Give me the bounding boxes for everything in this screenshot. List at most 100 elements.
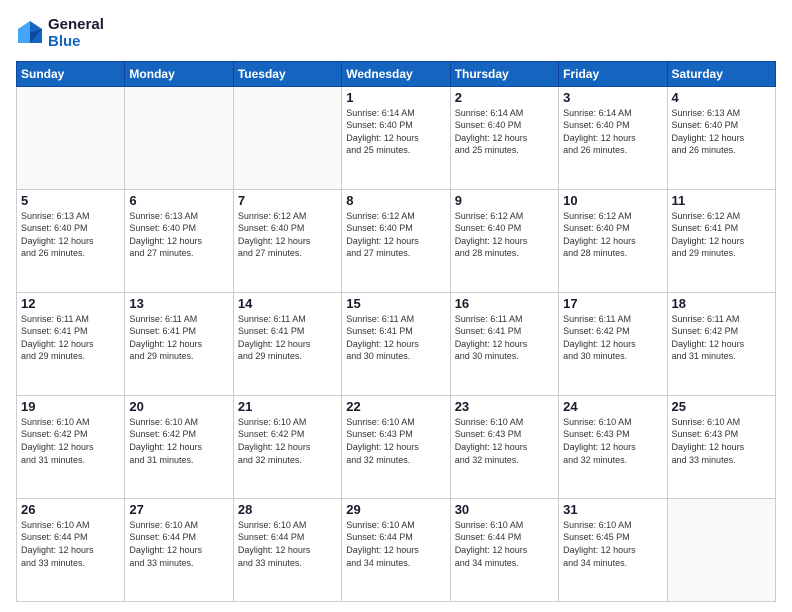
- calendar-cell: 2 Sunrise: 6:14 AMSunset: 6:40 PMDaylight…: [450, 86, 558, 189]
- weekday-header-cell: Wednesday: [342, 61, 450, 86]
- day-info: Sunrise: 6:11 AMSunset: 6:42 PMDaylight:…: [563, 313, 662, 363]
- day-info: Sunrise: 6:12 AMSunset: 6:40 PMDaylight:…: [346, 210, 445, 260]
- day-info: Sunrise: 6:10 AMSunset: 6:43 PMDaylight:…: [563, 416, 662, 466]
- calendar-cell: 22 Sunrise: 6:10 AMSunset: 6:43 PMDayligh…: [342, 395, 450, 498]
- day-number: 12: [21, 296, 120, 311]
- day-number: 7: [238, 193, 337, 208]
- calendar-week-row: 1 Sunrise: 6:14 AMSunset: 6:40 PMDaylight…: [17, 86, 776, 189]
- calendar-table: SundayMondayTuesdayWednesdayThursdayFrid…: [16, 61, 776, 603]
- day-number: 30: [455, 502, 554, 517]
- weekday-header-cell: Friday: [559, 61, 667, 86]
- day-number: 19: [21, 399, 120, 414]
- day-number: 23: [455, 399, 554, 414]
- weekday-header-cell: Thursday: [450, 61, 558, 86]
- calendar-cell: 27 Sunrise: 6:10 AMSunset: 6:44 PMDayligh…: [125, 498, 233, 601]
- page: General Blue SundayMondayTuesdayWednesda…: [0, 0, 792, 612]
- day-info: Sunrise: 6:11 AMSunset: 6:41 PMDaylight:…: [129, 313, 228, 363]
- calendar-cell: 17 Sunrise: 6:11 AMSunset: 6:42 PMDayligh…: [559, 292, 667, 395]
- day-number: 9: [455, 193, 554, 208]
- calendar-week-row: 12 Sunrise: 6:11 AMSunset: 6:41 PMDayligh…: [17, 292, 776, 395]
- calendar-cell: [233, 86, 341, 189]
- day-info: Sunrise: 6:10 AMSunset: 6:43 PMDaylight:…: [672, 416, 771, 466]
- day-number: 5: [21, 193, 120, 208]
- day-info: Sunrise: 6:14 AMSunset: 6:40 PMDaylight:…: [455, 107, 554, 157]
- calendar-week-row: 5 Sunrise: 6:13 AMSunset: 6:40 PMDaylight…: [17, 189, 776, 292]
- calendar-cell: 18 Sunrise: 6:11 AMSunset: 6:42 PMDayligh…: [667, 292, 775, 395]
- day-number: 20: [129, 399, 228, 414]
- calendar-cell: 26 Sunrise: 6:10 AMSunset: 6:44 PMDayligh…: [17, 498, 125, 601]
- day-info: Sunrise: 6:12 AMSunset: 6:40 PMDaylight:…: [238, 210, 337, 260]
- calendar-week-row: 19 Sunrise: 6:10 AMSunset: 6:42 PMDayligh…: [17, 395, 776, 498]
- day-number: 10: [563, 193, 662, 208]
- day-number: 2: [455, 90, 554, 105]
- day-number: 25: [672, 399, 771, 414]
- calendar-cell: 14Sunrise: 6:11 AMSunset: 6:41 PMDayligh…: [233, 292, 341, 395]
- day-number: 17: [563, 296, 662, 311]
- day-number: 4: [672, 90, 771, 105]
- weekday-header-cell: Monday: [125, 61, 233, 86]
- calendar-cell: 21Sunrise: 6:10 AMSunset: 6:42 PMDayligh…: [233, 395, 341, 498]
- day-number: 27: [129, 502, 228, 517]
- calendar-cell: 25 Sunrise: 6:10 AMSunset: 6:43 PMDayligh…: [667, 395, 775, 498]
- day-info: Sunrise: 6:11 AMSunset: 6:41 PMDaylight:…: [455, 313, 554, 363]
- weekday-header-cell: Tuesday: [233, 61, 341, 86]
- day-info: Sunrise: 6:10 AMSunset: 6:44 PMDaylight:…: [21, 519, 120, 569]
- calendar-cell: 12 Sunrise: 6:11 AMSunset: 6:41 PMDayligh…: [17, 292, 125, 395]
- day-info: Sunrise: 6:11 AMSunset: 6:42 PMDaylight:…: [672, 313, 771, 363]
- day-info: Sunrise: 6:10 AMSunset: 6:43 PMDaylight:…: [455, 416, 554, 466]
- day-number: 18: [672, 296, 771, 311]
- day-number: 21: [238, 399, 337, 414]
- day-info: Sunrise: 6:13 AMSunset: 6:40 PMDaylight:…: [21, 210, 120, 260]
- calendar-cell: 31 Sunrise: 6:10 AMSunset: 6:45 PMDayligh…: [559, 498, 667, 601]
- day-info: Sunrise: 6:10 AMSunset: 6:42 PMDaylight:…: [129, 416, 228, 466]
- calendar-body: 1 Sunrise: 6:14 AMSunset: 6:40 PMDaylight…: [17, 86, 776, 602]
- calendar-cell: 20 Sunrise: 6:10 AMSunset: 6:42 PMDayligh…: [125, 395, 233, 498]
- calendar-cell: 4 Sunrise: 6:13 AMSunset: 6:40 PMDaylight…: [667, 86, 775, 189]
- day-info: Sunrise: 6:14 AMSunset: 6:40 PMDaylight:…: [563, 107, 662, 157]
- day-number: 6: [129, 193, 228, 208]
- logo: General Blue: [16, 16, 104, 51]
- day-info: Sunrise: 6:10 AMSunset: 6:44 PMDaylight:…: [129, 519, 228, 569]
- day-info: Sunrise: 6:13 AMSunset: 6:40 PMDaylight:…: [672, 107, 771, 157]
- calendar-cell: 11 Sunrise: 6:12 AMSunset: 6:41 PMDayligh…: [667, 189, 775, 292]
- day-info: Sunrise: 6:12 AMSunset: 6:40 PMDaylight:…: [563, 210, 662, 260]
- calendar-cell: 6 Sunrise: 6:13 AMSunset: 6:40 PMDaylight…: [125, 189, 233, 292]
- calendar-cell: 8 Sunrise: 6:12 AMSunset: 6:40 PMDaylight…: [342, 189, 450, 292]
- day-number: 1: [346, 90, 445, 105]
- day-info: Sunrise: 6:10 AMSunset: 6:43 PMDaylight:…: [346, 416, 445, 466]
- day-info: Sunrise: 6:12 AMSunset: 6:41 PMDaylight:…: [672, 210, 771, 260]
- day-number: 16: [455, 296, 554, 311]
- day-info: Sunrise: 6:10 AMSunset: 6:45 PMDaylight:…: [563, 519, 662, 569]
- day-number: 11: [672, 193, 771, 208]
- day-number: 3: [563, 90, 662, 105]
- day-info: Sunrise: 6:11 AMSunset: 6:41 PMDaylight:…: [21, 313, 120, 363]
- day-info: Sunrise: 6:10 AMSunset: 6:44 PMDaylight:…: [238, 519, 337, 569]
- day-number: 26: [21, 502, 120, 517]
- day-info: Sunrise: 6:10 AMSunset: 6:42 PMDaylight:…: [21, 416, 120, 466]
- calendar-cell: 7 Sunrise: 6:12 AMSunset: 6:40 PMDaylight…: [233, 189, 341, 292]
- day-info: Sunrise: 6:12 AMSunset: 6:40 PMDaylight:…: [455, 210, 554, 260]
- calendar-cell: [125, 86, 233, 189]
- calendar-cell: 3 Sunrise: 6:14 AMSunset: 6:40 PMDaylight…: [559, 86, 667, 189]
- calendar-cell: 29Sunrise: 6:10 AMSunset: 6:44 PMDayligh…: [342, 498, 450, 601]
- day-number: 29: [346, 502, 445, 517]
- calendar-cell: 24Sunrise: 6:10 AMSunset: 6:43 PMDayligh…: [559, 395, 667, 498]
- day-number: 8: [346, 193, 445, 208]
- header: General Blue: [16, 16, 776, 51]
- day-info: Sunrise: 6:11 AMSunset: 6:41 PMDaylight:…: [238, 313, 337, 363]
- calendar-cell: 13Sunrise: 6:11 AMSunset: 6:41 PMDayligh…: [125, 292, 233, 395]
- day-info: Sunrise: 6:13 AMSunset: 6:40 PMDaylight:…: [129, 210, 228, 260]
- day-number: 31: [563, 502, 662, 517]
- logo-icon: [16, 19, 44, 47]
- day-number: 28: [238, 502, 337, 517]
- day-number: 22: [346, 399, 445, 414]
- calendar-cell: [667, 498, 775, 601]
- calendar-cell: 5 Sunrise: 6:13 AMSunset: 6:40 PMDaylight…: [17, 189, 125, 292]
- calendar-cell: 19 Sunrise: 6:10 AMSunset: 6:42 PMDayligh…: [17, 395, 125, 498]
- logo-text: General Blue: [48, 16, 104, 51]
- calendar-cell: 16 Sunrise: 6:11 AMSunset: 6:41 PMDayligh…: [450, 292, 558, 395]
- calendar-cell: 30Sunrise: 6:10 AMSunset: 6:44 PMDayligh…: [450, 498, 558, 601]
- calendar-cell: 9 Sunrise: 6:12 AMSunset: 6:40 PMDaylight…: [450, 189, 558, 292]
- calendar-cell: 1Sunrise: 6:14 AMSunset: 6:40 PMDaylight…: [342, 86, 450, 189]
- day-number: 15: [346, 296, 445, 311]
